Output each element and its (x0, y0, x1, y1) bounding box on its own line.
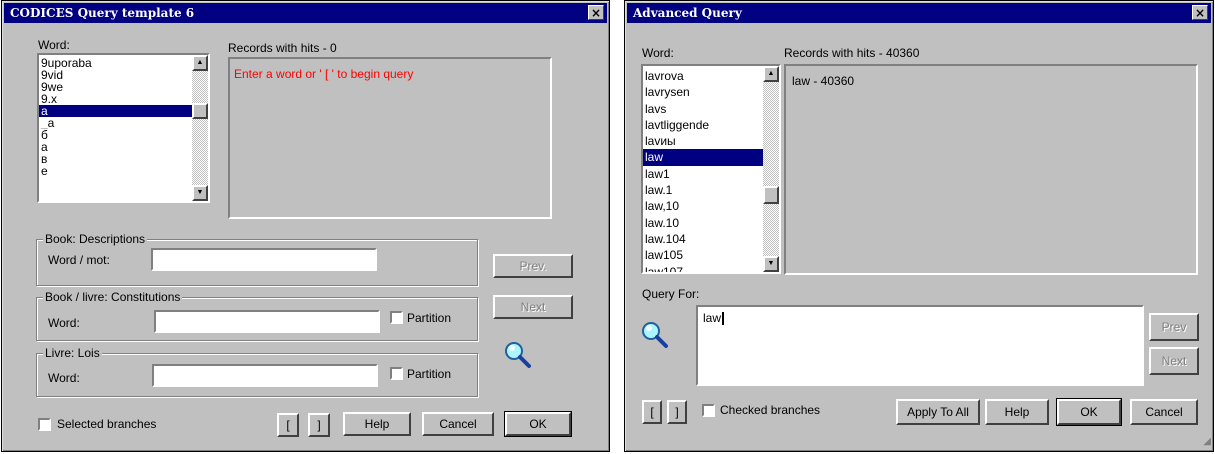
descriptions-word-input[interactable] (151, 248, 377, 271)
word-list-scrollbar[interactable]: ▲ ▼ (192, 55, 208, 201)
cancel-button[interactable]: Cancel (1130, 399, 1198, 425)
constitutions-word-input[interactable] (154, 310, 380, 333)
ok-button[interactable]: OK (504, 411, 572, 437)
word-list-scrollbar[interactable]: ▲ ▼ (763, 66, 779, 272)
group-descriptions: Book: Descriptions Word / mot: (36, 232, 478, 286)
scroll-thumb[interactable] (192, 103, 208, 119)
ok-button[interactable]: OK (1056, 398, 1122, 426)
scroll-up-icon[interactable]: ▲ (192, 55, 208, 71)
dialog-title: CODICES Query template 6 (10, 6, 195, 20)
group-lois-title: Livre: Lois (43, 346, 102, 360)
constitutions-partition-checkbox[interactable] (390, 311, 403, 324)
records-label: Records with hits - 0 (228, 41, 337, 55)
open-bracket-button[interactable]: [ (642, 400, 662, 424)
group-constitutions: Book / livre: Constitutions Word: Partit… (36, 290, 478, 341)
prev-button[interactable]: Prev. (493, 254, 573, 278)
next-button[interactable]: Next (493, 295, 573, 319)
scroll-up-icon[interactable]: ▲ (763, 66, 779, 82)
apply-to-all-button[interactable]: Apply To All (896, 399, 980, 425)
magnifier-icon (505, 342, 531, 368)
checked-branches-label[interactable]: Checked branches (720, 403, 820, 417)
word-list-item[interactable]: б (39, 129, 192, 141)
selected-branches-checkbox[interactable] (38, 418, 51, 431)
word-label: Word: (38, 38, 70, 52)
word-list-item[interactable]: lavиы (643, 133, 763, 149)
query-for-label: Query For: (642, 287, 700, 301)
title-bar[interactable]: CODICES Query template 6 × (4, 3, 607, 23)
word-list-item[interactable]: lavrova (643, 68, 763, 84)
close-bracket-button[interactable]: ] (308, 413, 330, 437)
descriptions-word-label: Word / mot: (48, 253, 110, 267)
text-caret (722, 312, 725, 326)
records-panel: law - 40360 (784, 64, 1198, 275)
word-list-item[interactable]: 9vid (39, 69, 192, 81)
word-list-item[interactable]: law.104 (643, 231, 763, 247)
scroll-thumb[interactable] (763, 186, 779, 204)
query-text: law (703, 311, 722, 325)
word-list-item[interactable]: law.10 (643, 215, 763, 231)
close-button[interactable]: × (1192, 5, 1208, 20)
prev-button[interactable]: Prev (1149, 313, 1199, 341)
record-item[interactable]: law - 40360 (792, 74, 854, 88)
constitutions-word-label: Word: (48, 316, 80, 330)
cancel-button[interactable]: Cancel (422, 412, 494, 436)
close-bracket-button[interactable]: ] (667, 400, 687, 424)
next-button[interactable]: Next (1149, 347, 1199, 375)
word-list-item[interactable]: law (643, 149, 763, 166)
checked-branches-checkbox[interactable] (702, 404, 715, 417)
word-list-item[interactable]: a (39, 141, 192, 153)
word-list-item[interactable]: в (39, 153, 192, 165)
resize-grip-icon[interactable]: ◢ (1199, 437, 1211, 449)
help-button[interactable]: Help (985, 399, 1049, 425)
word-list-item[interactable]: lavrysen (643, 84, 763, 100)
help-button[interactable]: Help (343, 412, 411, 436)
group-constitutions-title: Book / livre: Constitutions (43, 290, 183, 304)
word-list-item[interactable]: lavtliggende (643, 117, 763, 133)
selected-branches-label[interactable]: Selected branches (57, 417, 156, 431)
hint-text: Enter a word or ' [ ' to begin query (234, 67, 414, 81)
group-descriptions-title: Book: Descriptions (43, 232, 148, 246)
advanced-query-dialog: Advanced Query × Word: lavrova lavrysen la… (624, 0, 1214, 452)
dialog-title: Advanced Query (633, 6, 742, 20)
open-bracket-button[interactable]: [ (277, 413, 299, 437)
close-button[interactable]: × (588, 5, 604, 20)
word-list[interactable]: 9uporaba 9vid 9we 9.x a _a б a в e ▲ ▼ (37, 53, 210, 203)
word-list-item[interactable]: a (39, 105, 192, 117)
magnifier-icon (642, 322, 668, 348)
scroll-down-icon[interactable]: ▼ (763, 256, 779, 272)
group-lois: Livre: Lois Word: Partition (36, 346, 478, 397)
word-list[interactable]: lavrova lavrysen lavs lavtliggende lavиы law l… (641, 64, 781, 274)
word-list-item[interactable]: 9.x (39, 93, 192, 105)
constitutions-partition-label: Partition (407, 311, 452, 325)
word-list-item[interactable]: law.1 (643, 182, 763, 198)
word-list-item[interactable]: 9uporaba (39, 57, 192, 69)
word-list-item[interactable]: law,10 (643, 198, 763, 214)
word-label: Word: (642, 46, 674, 60)
title-bar[interactable]: Advanced Query × (627, 3, 1211, 23)
lois-partition-checkbox[interactable] (390, 367, 403, 380)
word-list-item[interactable]: _a (39, 117, 192, 129)
word-list-item[interactable]: lavs (643, 101, 763, 117)
query-input[interactable]: law (696, 305, 1144, 386)
word-list-item[interactable]: 9we (39, 81, 192, 93)
word-list-item[interactable]: law105 (643, 247, 763, 263)
word-list-item[interactable]: law1 (643, 166, 763, 182)
codices-query-dialog: CODICES Query template 6 × Word: 9uporab… (1, 0, 610, 452)
lois-word-input[interactable] (152, 364, 378, 387)
word-list-item[interactable]: law107 (643, 264, 763, 272)
word-list-item[interactable]: e (39, 165, 192, 177)
records-panel: Enter a word or ' [ ' to begin query (228, 57, 552, 219)
lois-word-label: Word: (48, 371, 80, 385)
lois-partition-label: Partition (407, 367, 452, 381)
records-label: Records with hits - 40360 (784, 46, 920, 60)
scroll-down-icon[interactable]: ▼ (192, 185, 208, 201)
